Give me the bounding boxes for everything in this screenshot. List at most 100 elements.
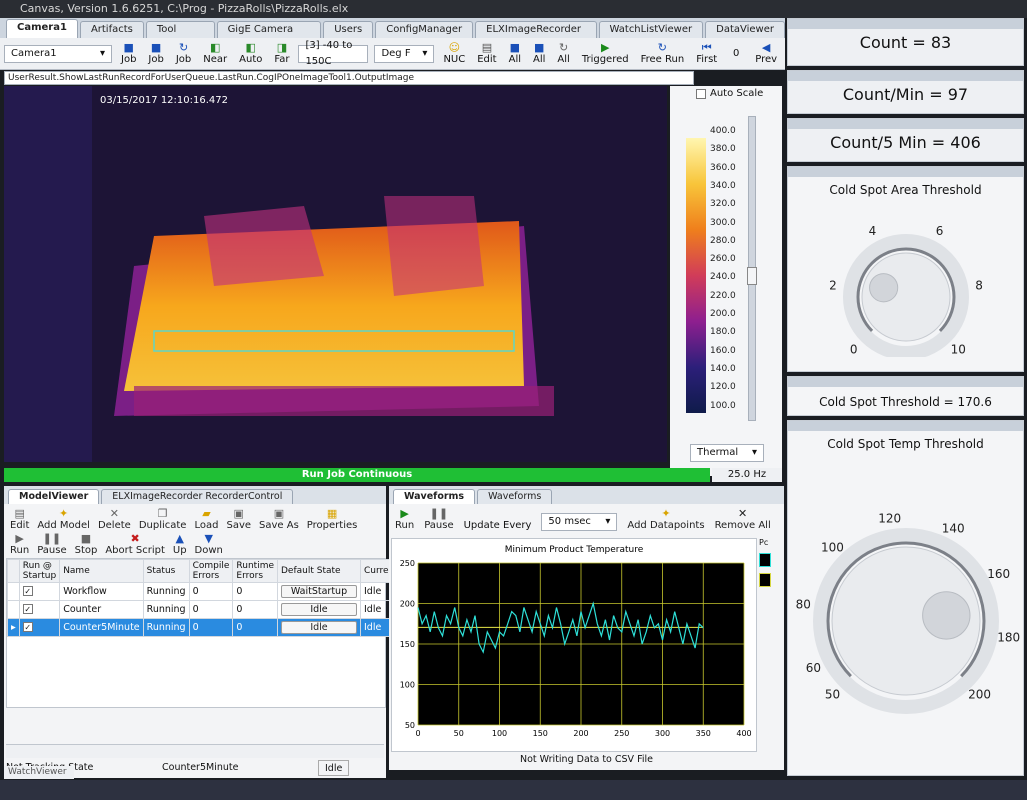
model-viewer-panel: ModelViewer ELXImageRecorder RecorderCon… (4, 486, 402, 778)
add-datapoints-button[interactable]: ✦ Add Datapoints (627, 508, 704, 532)
free-run-button[interactable]: ↻ Free Run (638, 42, 688, 66)
auto-scale-checkbox[interactable] (696, 88, 706, 99)
prev-frame-button[interactable]: ◀ Prev (752, 42, 780, 66)
edit-model-button[interactable]: ▤ Edit (10, 507, 29, 532)
tab-recorder-viewer[interactable]: ELXImageRecorder Viewer (475, 21, 597, 51)
table-row-selected[interactable]: ▸ ✓ Counter5Minute Running 0 0 Idle Idle (7, 618, 402, 637)
skip-back-icon: ⏮ (701, 41, 712, 54)
palette-select[interactable]: Thermal ▾ (690, 444, 764, 462)
table-row[interactable]: ✓ Workflow Running 0 0 WaitStartup Idle (7, 582, 402, 601)
default-state-button[interactable]: Idle (281, 603, 357, 616)
move-down-button[interactable]: ▼ Down (195, 533, 223, 557)
nuc-button[interactable]: ☺ NUC (440, 42, 468, 66)
wave-pause-button[interactable]: ❚❚ Pause (424, 508, 454, 532)
col-status[interactable]: Status (142, 559, 190, 583)
job-run-button[interactable]: ■ Job (118, 42, 139, 66)
area-threshold-title: Cold Spot Area Threshold (829, 183, 982, 197)
triggered-button[interactable]: ▶ Triggered (579, 42, 632, 66)
tab-watchlist[interactable]: WatchListViewer (598, 21, 704, 38)
legend-swatch-2[interactable] (759, 573, 771, 587)
name-cell: Counter5Minute (59, 618, 144, 637)
first-frame-button[interactable]: ⏮ First (693, 41, 720, 66)
run-startup-checkbox[interactable]: ✓ (22, 586, 33, 596)
tab-tool-regions[interactable]: Tool Regions (145, 21, 215, 51)
tab-users[interactable]: Users (323, 21, 374, 38)
area-knob-handle[interactable] (869, 273, 899, 303)
tab-dataviewer[interactable]: DataViewer (705, 21, 785, 38)
image-path-bar[interactable]: UserResult.ShowLastRunRecordForUserQueue… (4, 71, 694, 85)
free-run-label: Free Run (640, 54, 685, 65)
duplicate-model-button[interactable]: ❐ Duplicate (139, 508, 187, 532)
add-model-button[interactable]: ✦ Add Model (37, 508, 90, 532)
camera-select[interactable]: Camera1 ▾ (4, 44, 112, 63)
wave-run-button[interactable]: ▶ Run (395, 508, 414, 532)
properties-button[interactable]: ▦ Properties (307, 508, 358, 532)
area-threshold-knob[interactable]: 2 4 6 8 0 10 (788, 197, 1023, 360)
pause-label: Pause (424, 520, 454, 531)
col-default-state[interactable]: Default State (277, 559, 361, 583)
tab-waveforms-1[interactable]: Waveforms (393, 489, 476, 504)
colorbar-tick-label: 180.0 (710, 327, 736, 338)
run-startup-checkbox[interactable]: ✓ (22, 622, 33, 632)
tab-artifacts[interactable]: Artifacts (79, 21, 144, 38)
remove-all-button[interactable]: ✕ Remove All (715, 508, 771, 532)
pause-label: Pause (37, 545, 67, 556)
stop-icon: ■ (80, 532, 92, 545)
tab-waveforms-2[interactable]: Waveforms (477, 489, 553, 504)
units-select[interactable]: Deg F ▾ (374, 44, 435, 63)
save-icon: ▣ (233, 507, 244, 520)
run-startup-cell[interactable]: ✓ (18, 582, 61, 601)
tab-modelviewer[interactable]: ModelViewer (8, 489, 100, 504)
edit-icon: ▤ (14, 507, 25, 520)
auto-scale-toggle[interactable]: Auto Scale (696, 88, 763, 99)
temp-range-select[interactable]: [3] -40 to 150C (298, 40, 369, 67)
update-interval-select[interactable]: 50 msec ▾ (541, 513, 618, 531)
run-script-button[interactable]: ▶ Run (10, 533, 29, 557)
tab-configmanager[interactable]: ConfigManager (375, 21, 474, 38)
focus-auto-button[interactable]: ◧ Auto (236, 42, 265, 66)
tab-camera1[interactable]: Camera1 (6, 19, 78, 38)
col-run-startup[interactable]: Run @ Startup (18, 559, 61, 583)
colorbar-panel: Auto Scale 400.0 380.0 360.0 340.0 320.0 300.… (670, 86, 782, 476)
delete-model-button[interactable]: ✕ Delete (98, 508, 131, 532)
colorbar-slider-thumb[interactable] (747, 267, 757, 285)
tab-gige-settings[interactable]: GigE Camera Settings (216, 21, 322, 51)
focus-far-button[interactable]: ◨ Far (271, 42, 292, 66)
job-stop-button[interactable]: ■ Job (145, 42, 166, 66)
all-run-button[interactable]: ■ All (506, 42, 524, 66)
stop-script-button[interactable]: ■ Stop (75, 532, 98, 557)
load-model-button[interactable]: ▰ Load (194, 508, 218, 532)
camera-toolbar: Camera1 ▾ ■ Job ■ Job ↻ Job ◧ Near ◧ Auto ◨ Far… (0, 38, 785, 70)
legend-swatch-1[interactable] (759, 553, 771, 567)
focus-near-button[interactable]: ◧ Near (200, 42, 230, 66)
col-name[interactable]: Name (59, 559, 144, 583)
run-startup-cell[interactable]: ✓ (18, 600, 61, 619)
job-reset-button[interactable]: ↻ Job (173, 42, 194, 66)
save-model-button[interactable]: ▣ Save (226, 507, 251, 532)
run-startup-checkbox[interactable]: ✓ (22, 604, 33, 614)
abort-script-button[interactable]: ✖ Abort Script (105, 533, 165, 557)
job-label: Job (121, 54, 137, 65)
all-reset-button[interactable]: ↻ All (554, 42, 572, 66)
runtime-errors-cell: 0 (232, 618, 278, 637)
temp-knob-handle[interactable] (922, 591, 971, 640)
save-as-model-button[interactable]: ▣ Save As (259, 508, 299, 532)
col-compile-errors[interactable]: Compile Errors (188, 559, 234, 583)
colorbar-slider-track[interactable] (747, 116, 757, 421)
watch-viewer-tab[interactable]: WatchViewer (4, 766, 74, 779)
run-startup-cell[interactable]: ✓ (18, 618, 61, 637)
temp-threshold-knob[interactable]: 50 60 80 100 120 140 160 180 200 (788, 451, 1023, 761)
all-stop-button[interactable]: ■ All (530, 42, 548, 66)
status-cell: Running (142, 600, 190, 619)
pause-script-button[interactable]: ❚❚ Pause (37, 533, 67, 557)
default-state-button[interactable]: Idle (281, 621, 357, 634)
default-state-button[interactable]: WaitStartup (281, 585, 357, 598)
row-marker (7, 600, 20, 619)
thermal-image-view[interactable]: 03/15/2017 12:10:16.472 (4, 86, 667, 462)
col-runtime-errors[interactable]: Runtime Errors (232, 559, 278, 583)
move-up-button[interactable]: ▲ Up (173, 533, 187, 557)
edit-button[interactable]: ▤ Edit (474, 42, 499, 66)
tab-recorder-control[interactable]: ELXImageRecorder RecorderControl (101, 489, 294, 504)
colorbar-tick-label: 120.0 (710, 382, 736, 393)
table-row[interactable]: ✓ Counter Running 0 0 Idle Idle (7, 600, 402, 619)
